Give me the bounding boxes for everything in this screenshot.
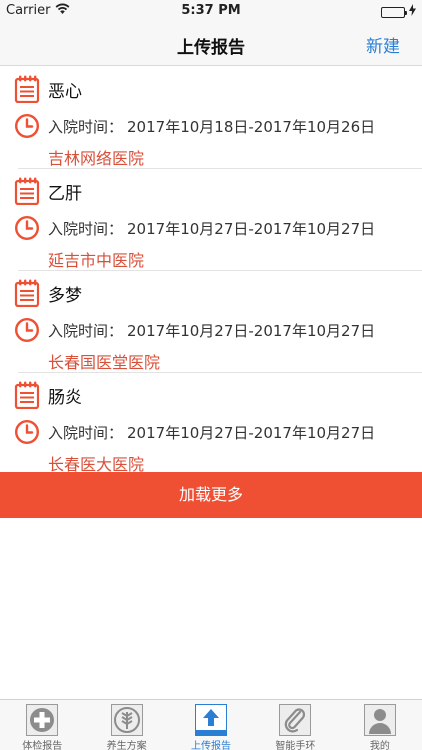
- report-card[interactable]: 肠炎 入院时间： 2017年10月27日-2017年10月27日 长春医大医院: [0, 373, 422, 475]
- tab-checkup-reports[interactable]: 体检报告: [0, 700, 84, 750]
- admission-time: 入院时间： 2017年10月27日-2017年10月27日: [48, 422, 375, 443]
- admission-time-label: 入院时间：: [48, 219, 124, 238]
- admission-time-label: 入院时间：: [48, 117, 124, 136]
- tab-label: 养生方案: [106, 741, 147, 750]
- report-title: 肠炎: [48, 387, 82, 408]
- tab-label: 体检报告: [22, 741, 63, 750]
- report-list: 恶心 入院时间： 2017年10月18日-2017年10月26日 吉林网络医院 乙…: [0, 67, 422, 475]
- status-right: [381, 4, 416, 20]
- tab-label: 我的: [369, 741, 390, 750]
- clock-icon: [14, 419, 40, 445]
- admission-time-range: 2017年10月27日-2017年10月27日: [127, 321, 376, 340]
- admission-time: 入院时间： 2017年10月27日-2017年10月27日: [48, 320, 375, 341]
- tab-smart-band[interactable]: 智能手环: [253, 700, 337, 750]
- admission-time-range: 2017年10月27日-2017年10月27日: [127, 219, 376, 238]
- report-card[interactable]: 乙肝 入院时间： 2017年10月27日-2017年10月27日 延吉市中医院: [0, 169, 422, 271]
- paperclip-icon: [279, 704, 312, 736]
- hospital-name: 长春国医堂医院: [48, 353, 161, 372]
- admission-time-label: 入院时间：: [48, 321, 124, 340]
- admission-time-label: 入院时间：: [48, 423, 124, 442]
- admission-time-range: 2017年10月18日-2017年10月26日: [127, 117, 376, 136]
- clock-icon: [14, 317, 40, 343]
- report-title: 多梦: [48, 285, 82, 306]
- clock-icon: [14, 215, 40, 241]
- navigation-bar: 上传报告 新建: [0, 22, 422, 66]
- tab-bar: 体检报告 养生方案 上传报告 智能手环 我的: [0, 699, 422, 750]
- medical-kit-icon: [26, 704, 59, 736]
- wheat-icon: [110, 704, 143, 736]
- clock-icon: [14, 113, 40, 139]
- hospital-name: 吉林网络医院: [48, 149, 145, 168]
- tab-upload-report[interactable]: 上传报告: [169, 700, 253, 750]
- new-report-button[interactable]: 新建: [366, 32, 400, 57]
- notepad-icon: [14, 279, 40, 307]
- person-icon: [363, 704, 396, 736]
- report-title: 乙肝: [48, 183, 82, 204]
- notepad-icon: [14, 75, 40, 103]
- notepad-icon: [14, 381, 40, 409]
- admission-time-range: 2017年10月27日-2017年10月27日: [127, 423, 376, 442]
- hospital-name: 延吉市中医院: [48, 251, 145, 270]
- tab-label: 上传报告: [191, 741, 232, 750]
- tab-wellness-plan[interactable]: 养生方案: [84, 700, 168, 750]
- battery-icon: [381, 6, 407, 18]
- report-title: 恶心: [48, 81, 82, 102]
- status-bar: Carrier 5:37 PM: [0, 0, 422, 22]
- admission-time: 入院时间： 2017年10月18日-2017年10月26日: [48, 116, 375, 137]
- tab-label: 智能手环: [275, 741, 316, 750]
- admission-time: 入院时间： 2017年10月27日-2017年10月27日: [48, 218, 375, 239]
- tab-mine[interactable]: 我的: [338, 700, 422, 750]
- report-card[interactable]: 多梦 入院时间： 2017年10月27日-2017年10月27日 长春国医堂医院: [0, 271, 422, 373]
- notepad-icon: [14, 177, 40, 205]
- page-title: 上传报告: [177, 38, 245, 58]
- report-card[interactable]: 恶心 入院时间： 2017年10月18日-2017年10月26日 吉林网络医院: [0, 67, 422, 169]
- load-more-button[interactable]: 加载更多: [0, 472, 422, 518]
- status-time: 5:37 PM: [181, 3, 241, 18]
- charging-bolt-icon: [409, 4, 416, 20]
- upload-icon: [195, 704, 228, 736]
